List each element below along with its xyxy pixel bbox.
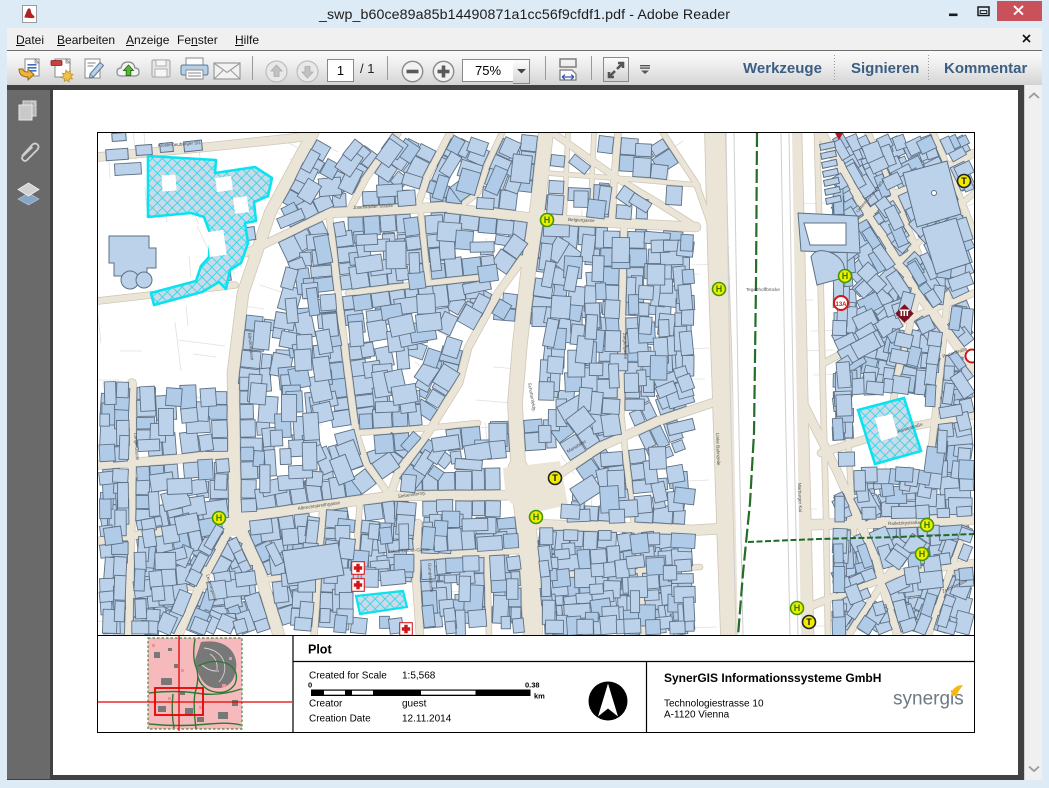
svg-text:H: H	[924, 520, 931, 530]
svg-text:H: H	[842, 271, 849, 281]
svg-text:0: 0	[308, 681, 312, 690]
svg-text:H: H	[716, 284, 723, 294]
svg-text:T: T	[806, 617, 812, 627]
svg-text:T: T	[552, 473, 558, 483]
svg-text:H: H	[919, 549, 926, 559]
svg-text:0.38: 0.38	[525, 681, 540, 690]
svg-text:SynerGIS Informationssysteme G: SynerGIS Informationssysteme GmbH	[664, 671, 881, 685]
svg-text:Marburger Kai: Marburger Kai	[797, 483, 803, 512]
svg-text:Creator: Creator	[309, 699, 343, 710]
svg-text:H: H	[544, 215, 551, 225]
svg-text:Tegetthoffbrücke: Tegetthoffbrücke	[746, 287, 780, 292]
svg-text:Technologiestrasse 10: Technologiestrasse 10	[664, 699, 764, 710]
svg-text:A-1120 Vienna: A-1120 Vienna	[664, 710, 730, 721]
svg-text:Belgiergasse: Belgiergasse	[568, 217, 595, 223]
svg-text:Creation Date: Creation Date	[309, 714, 371, 725]
svg-text:12.11.2014: 12.11.2014	[402, 714, 452, 725]
svg-text:km: km	[534, 692, 545, 701]
svg-text:Created for Scale: Created for Scale	[309, 671, 387, 682]
svg-text:guest: guest	[402, 699, 427, 710]
svg-text:13A: 13A	[835, 302, 847, 308]
svg-text:T: T	[961, 176, 967, 186]
svg-text:H: H	[794, 603, 801, 613]
svg-text:Plot: Plot	[308, 643, 332, 657]
svg-text:1:5,568: 1:5,568	[402, 671, 436, 682]
svg-text:H: H	[533, 512, 540, 522]
svg-text:H: H	[216, 513, 223, 523]
